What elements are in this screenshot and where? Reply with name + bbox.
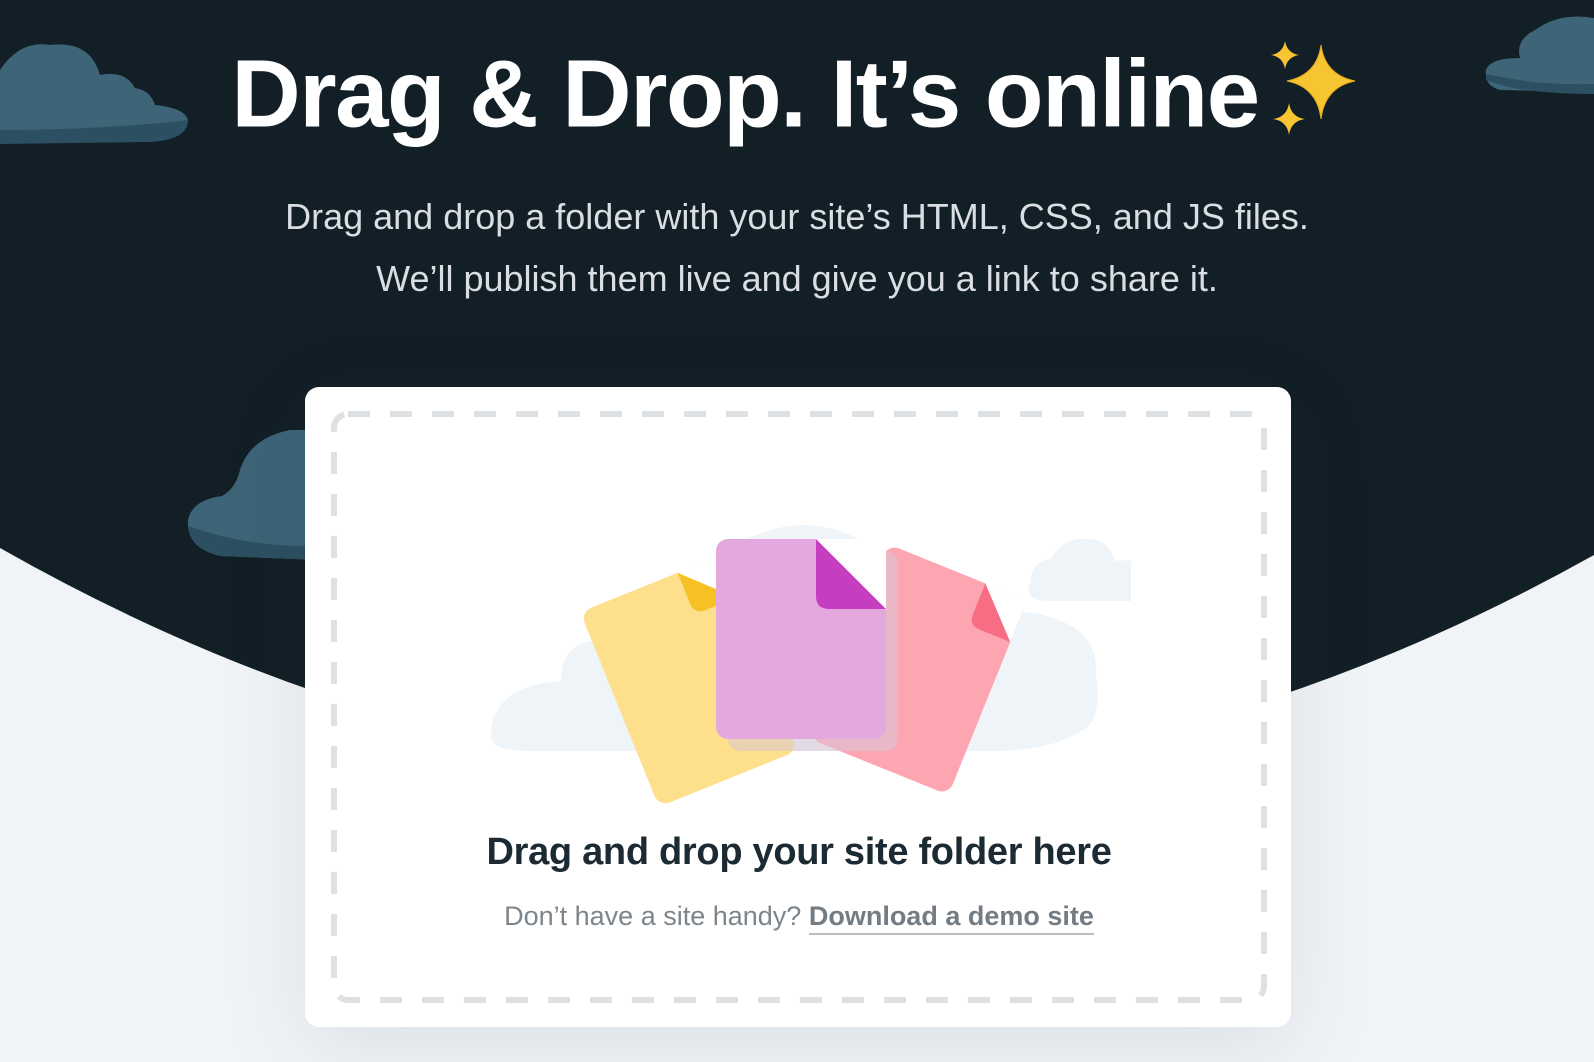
- drop-zone-help-text: Don’t have a site handy?: [504, 901, 802, 931]
- drop-zone[interactable]: Drag and drop your site folder here Don’…: [331, 411, 1267, 1003]
- upload-card: Drag and drop your site folder here Don’…: [305, 387, 1291, 1027]
- drop-zone-help: Don’t have a site handy? Download a demo…: [331, 901, 1267, 935]
- sparkles-icon: [1270, 40, 1355, 135]
- page-title: Drag & Drop. It’s online: [0, 28, 1594, 155]
- download-demo-link[interactable]: Download a demo site: [808, 901, 1094, 935]
- hero-subtitle-line1: Drag and drop a folder with your site’s …: [285, 196, 1309, 237]
- drop-zone-heading: Drag and drop your site folder here: [486, 831, 1112, 873]
- folder-files-icon: [491, 525, 1131, 804]
- page-title-text: Drag & Drop. It’s online: [231, 40, 1260, 148]
- hero-subtitle-line2: We’ll publish them live and give you a l…: [376, 258, 1218, 299]
